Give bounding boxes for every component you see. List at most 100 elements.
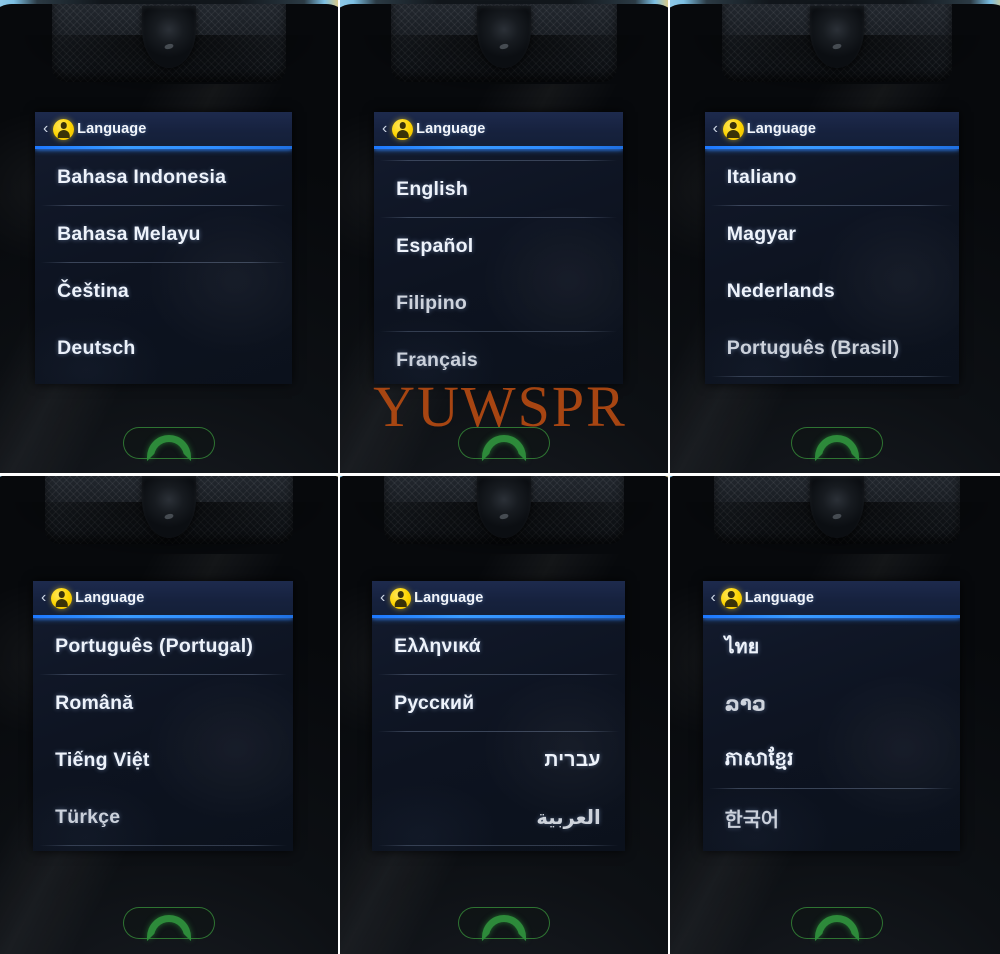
language-label: Magyar [726, 223, 797, 245]
screenshot-root: ‹ Language Bahasa Indonesia Bahasa Melay… [0, 0, 1000, 954]
list-item[interactable]: Magyar [705, 206, 959, 263]
row-separator [378, 845, 619, 846]
list-item[interactable]: Русский [372, 675, 625, 732]
speaker-grille [340, 4, 668, 122]
list-item[interactable]: עברית [372, 732, 625, 789]
language-list: Português (Portugal) Română Tiếng Việt T… [33, 618, 293, 846]
phone-photo-panel-3: ‹ Language Italiano Magyar Nederlands Po… [670, 0, 1000, 473]
language-label: العربية [536, 806, 601, 829]
call-key-button[interactable] [791, 907, 883, 939]
lcd-screen: ‹ Language English Español Filipino Fran… [374, 112, 624, 384]
phone-handset-icon [482, 915, 526, 932]
lcd-screen: ‹ Language Português (Portugal) Română T… [33, 581, 294, 851]
language-label: 한국어 [724, 809, 780, 831]
phone-photo-panel-5: ‹ Language Ελληνικά Русский עברית العربي… [340, 476, 668, 954]
list-item[interactable]: ไทย [703, 618, 960, 675]
list-item[interactable]: Bahasa Melayu [35, 206, 292, 263]
chevron-left-icon[interactable]: ‹ [379, 121, 390, 137]
language-label: Čeština [57, 280, 129, 302]
list-item[interactable]: ລາວ [703, 675, 960, 732]
phone-handset-icon [815, 435, 859, 452]
list-item[interactable]: English [374, 161, 623, 218]
language-list: English Español Filipino Français [374, 160, 623, 384]
call-key-button[interactable] [123, 427, 215, 459]
phone-handset-icon [482, 435, 526, 452]
page-title: Language [77, 121, 147, 137]
page-title: Language [744, 590, 814, 606]
chevron-left-icon[interactable]: ‹ [377, 590, 388, 606]
call-key-button[interactable] [123, 907, 215, 939]
list-item[interactable]: Tiếng Việt [33, 732, 293, 789]
list-item[interactable]: Deutsch [35, 320, 292, 377]
language-label: Türkçe [55, 806, 121, 828]
page-title: Language [414, 590, 484, 606]
list-item[interactable]: Română [33, 675, 293, 732]
page-title: Language [746, 121, 817, 137]
language-list: ไทย ລາວ ភាសាខ្មែរ 한국어 [703, 618, 960, 846]
camera-lens-icon [476, 6, 531, 68]
speaker-grille [0, 4, 338, 122]
chevron-left-icon[interactable]: ‹ [708, 590, 719, 606]
user-avatar-icon [53, 118, 75, 140]
lcd-screen: ‹ Language Bahasa Indonesia Bahasa Melay… [35, 112, 293, 384]
camera-lens-icon [141, 476, 196, 538]
language-label: ភាសាខ្មែរ [724, 748, 794, 770]
camera-lens-icon [477, 476, 531, 538]
user-avatar-icon [722, 118, 744, 140]
language-list: Bahasa Indonesia Bahasa Melayu Čeština D… [35, 149, 292, 377]
list-item[interactable]: Bahasa Indonesia [35, 149, 292, 206]
user-avatar-icon [720, 587, 742, 609]
user-avatar-icon [392, 118, 414, 140]
language-label: Deutsch [57, 337, 136, 359]
chevron-left-icon[interactable]: ‹ [40, 121, 51, 137]
lcd-screen: ‹ Language Italiano Magyar Nederlands Po… [704, 112, 959, 384]
language-label: Tiếng Việt [55, 749, 150, 771]
speaker-grille [670, 476, 1000, 584]
screen-titlebar: ‹ Language [704, 112, 959, 146]
list-item[interactable]: Español [374, 218, 623, 275]
page-title: Language [75, 590, 145, 606]
language-label: Bahasa Indonesia [57, 166, 227, 188]
list-item[interactable]: Italiano [705, 149, 959, 206]
screen-titlebar: ‹ Language [372, 581, 625, 615]
call-key-button[interactable] [791, 427, 883, 459]
language-label: Português (Brasil) [726, 337, 900, 359]
screen-titlebar: ‹ Language [702, 581, 960, 615]
list-item[interactable]: Ελληνικά [372, 618, 625, 675]
language-label: Français [396, 349, 478, 371]
row-separator [39, 845, 288, 846]
list-item[interactable]: Français [374, 332, 623, 384]
row-separator [710, 376, 953, 377]
list-item[interactable]: Filipino [374, 275, 623, 332]
language-label: עברית [544, 749, 601, 771]
list-item[interactable]: العربية [372, 789, 625, 846]
page-title: Language [416, 121, 486, 137]
speaker-grille [340, 476, 668, 584]
phone-handset-icon [815, 915, 859, 932]
list-item[interactable]: Türkçe [33, 789, 293, 846]
list-item[interactable]: ភាសាខ្មែរ [703, 732, 960, 789]
phone-handset-icon [147, 915, 191, 932]
call-key-button[interactable] [458, 907, 550, 939]
screen-titlebar: ‹ Language [33, 581, 294, 615]
language-label: Filipino [396, 292, 468, 314]
language-label: ไทย [724, 636, 760, 658]
language-list: Italiano Magyar Nederlands Português (Br… [705, 149, 959, 377]
language-label: Română [55, 692, 134, 714]
list-item[interactable]: 한국어 [703, 789, 960, 846]
list-item[interactable]: Português (Brasil) [705, 320, 959, 377]
lcd-screen: ‹ Language Ελληνικά Русский עברית العربي… [372, 581, 625, 851]
language-label: Nederlands [726, 280, 835, 302]
chevron-left-icon[interactable]: ‹ [38, 590, 49, 606]
list-item[interactable]: Čeština [35, 263, 292, 320]
chevron-left-icon[interactable]: ‹ [710, 121, 721, 137]
phone-photo-grid: ‹ Language Bahasa Indonesia Bahasa Melay… [0, 0, 1000, 954]
language-label: Italiano [726, 166, 797, 188]
camera-lens-icon [809, 6, 864, 68]
list-item[interactable]: Português (Portugal) [33, 618, 293, 675]
speaker-grille [0, 476, 338, 584]
user-avatar-icon [390, 587, 412, 609]
list-item[interactable]: Nederlands [705, 263, 959, 320]
call-key-button[interactable] [458, 427, 550, 459]
phone-photo-panel-2: ‹ Language English Español Filipino Fran… [340, 0, 668, 473]
